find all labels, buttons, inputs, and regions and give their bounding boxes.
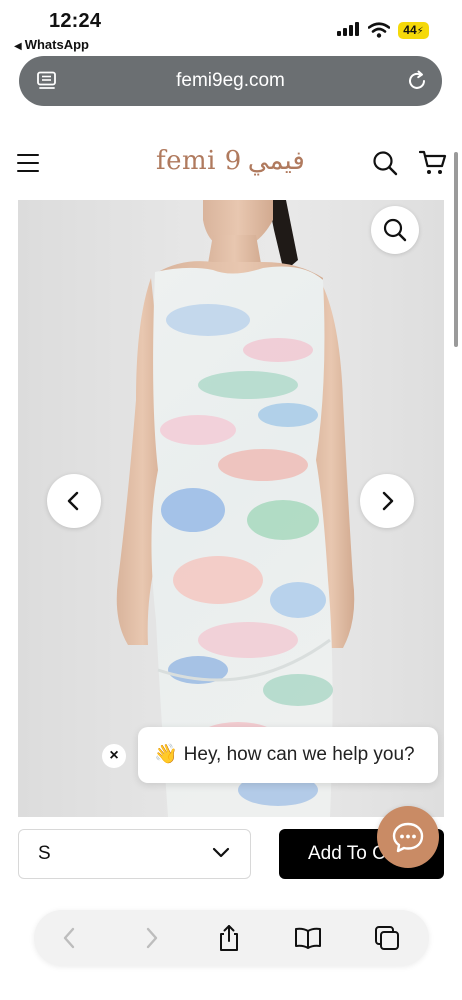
browser-toolbar — [34, 910, 429, 966]
wifi-icon — [368, 22, 390, 38]
size-value: S — [38, 843, 51, 864]
battery-indicator: 44⚡ — [398, 22, 429, 39]
tabs-overview-icon[interactable] — [373, 924, 401, 952]
next-image-button[interactable] — [360, 474, 414, 528]
zoom-icon — [383, 218, 407, 242]
chat-message: Hey, how can we help you? — [183, 744, 415, 765]
chat-close-button[interactable]: × — [102, 744, 126, 768]
search-icon[interactable] — [372, 150, 398, 176]
forward-icon[interactable] — [137, 924, 165, 952]
close-icon: × — [109, 747, 119, 764]
reload-icon[interactable] — [406, 70, 428, 92]
logo-latin: femi 9 — [156, 146, 242, 176]
back-icon[interactable] — [56, 924, 84, 952]
back-to-app-link[interactable]: ◀ WhatsApp — [14, 37, 89, 52]
share-icon[interactable] — [215, 924, 243, 952]
wave-emoji: 👋 — [154, 744, 178, 765]
address-bar[interactable]: femi9eg.com — [19, 56, 442, 106]
menu-icon[interactable] — [17, 154, 39, 172]
cart-icon[interactable] — [419, 150, 447, 176]
chat-greeting-bubble[interactable]: 👋 Hey, how can we help you? — [138, 727, 438, 783]
back-app-label: WhatsApp — [24, 37, 89, 52]
zoom-button[interactable] — [371, 206, 419, 254]
status-time: 12:24 — [49, 10, 102, 32]
charging-icon: ⚡ — [416, 26, 424, 37]
chat-launcher-button[interactable] — [377, 806, 439, 868]
battery-level: 44 — [403, 23, 417, 37]
site-logo[interactable]: femi 9 فيمي — [156, 146, 305, 176]
status-bar: 12:24 ◀ WhatsApp 44⚡ — [0, 0, 462, 56]
signal-icon — [337, 22, 361, 36]
site-header: femi 9 فيمي — [0, 132, 462, 200]
back-triangle-icon: ◀ — [14, 41, 22, 52]
chevron-down-icon — [212, 847, 230, 858]
previous-image-button[interactable] — [47, 474, 101, 528]
size-select[interactable]: S — [18, 829, 251, 879]
chevron-left-icon — [67, 491, 79, 511]
chevron-right-icon — [382, 491, 394, 511]
bookmarks-icon[interactable] — [294, 924, 322, 952]
url-text[interactable]: femi9eg.com — [19, 56, 442, 106]
logo-arabic: فيمي — [247, 146, 305, 176]
chat-icon — [392, 822, 424, 853]
page-scrollbar[interactable] — [454, 152, 458, 347]
